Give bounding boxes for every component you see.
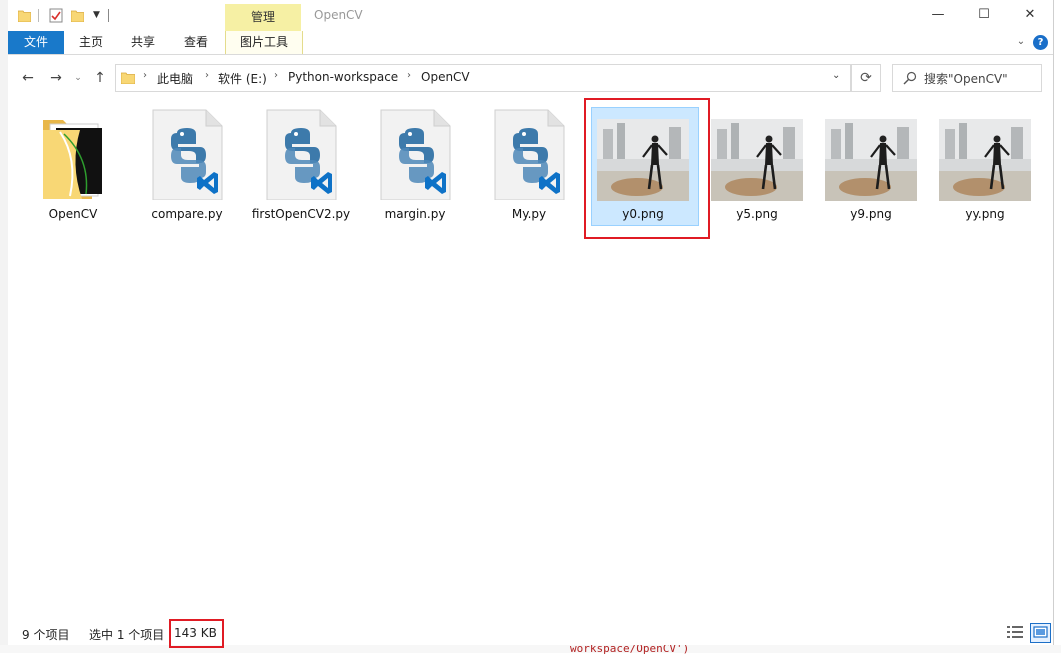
python-file-icon [266,109,337,200]
back-arrow-icon[interactable]: ← [18,69,38,87]
manage-context-tab-header: 管理 [225,4,301,32]
file-name: y5.png [736,207,778,221]
navigation-bar: ← → ⌄ ↑ › 此电脑 › 软件 (E:) › Python-workspa… [8,55,1053,100]
tab-view[interactable]: 查看 [169,31,223,54]
recent-locations-chevron-down-icon[interactable]: ⌄ [68,69,88,87]
file-explorer-window: ▼ 管理 OpenCV — ☐ ✕ 文件 主页 共享 查看 图片工具 ⌄ ? ←… [8,0,1054,648]
properties-icon[interactable] [49,8,63,23]
image-thumbnail-icon [825,119,917,201]
file-item-y9-png[interactable]: y9.png [818,104,924,234]
details-view-icon[interactable] [1007,625,1023,639]
tab-file[interactable]: 文件 [8,31,64,54]
tab-picture-tools[interactable]: 图片工具 [225,31,303,54]
search-placeholder: 搜索"OpenCV" [924,72,1008,86]
tab-home[interactable]: 主页 [65,31,117,54]
ribbon-tabs: 文件 主页 共享 查看 图片工具 ⌄ ? [8,31,1053,55]
python-file-icon [380,109,451,200]
image-thumbnail-icon [939,119,1031,201]
forward-arrow-icon[interactable]: → [46,69,66,87]
file-name: y9.png [850,207,892,221]
up-arrow-icon[interactable]: ↑ [90,69,110,87]
breadcrumb-separator-icon[interactable]: › [143,70,147,81]
address-history-chevron-down-icon[interactable]: ⌄ [832,70,840,81]
refresh-button[interactable]: ⟳ [851,64,881,92]
breadcrumb-separator-icon[interactable]: › [274,70,278,81]
background-window-bottom: workspace/OpenCV') [0,642,1061,655]
breadcrumb-separator-icon[interactable]: › [205,70,209,81]
help-icon[interactable]: ? [1033,35,1048,50]
close-button[interactable]: ✕ [1007,0,1053,31]
file-name: margin.py [384,207,446,221]
divider [108,9,109,22]
status-bar: 9 个项目 选中 1 个项目 143 KB [8,620,1053,645]
file-item-compare-py[interactable]: compare.py [134,104,240,234]
python-file-icon [152,109,223,200]
ribbon-expand-chevron-down-icon[interactable]: ⌄ [1014,35,1028,49]
file-item-firstopencv2-py[interactable]: firstOpenCV2.py [248,104,354,234]
title-bar: ▼ 管理 OpenCV — ☐ ✕ [8,0,1053,32]
folder-icon [43,120,102,199]
file-item-yy-png[interactable]: yy.png [932,104,1038,234]
customize-toolbar-chevron-down-icon[interactable]: ▼ [93,11,102,20]
window-title: OpenCV [314,8,363,22]
background-window-left [0,0,8,653]
file-name: OpenCV [48,207,98,221]
file-item-y5-png[interactable]: y5.png [704,104,810,234]
image-thumbnail-icon [711,119,803,201]
new-folder-icon[interactable] [71,9,84,22]
file-name: yy.png [965,207,1005,221]
file-item-folder-opencv[interactable]: OpenCV [20,104,126,234]
file-item-margin-py[interactable]: margin.py [362,104,468,234]
search-icon [903,71,917,85]
file-name: compare.py [151,207,223,221]
python-file-icon [494,109,565,200]
breadcrumb-this-pc[interactable]: 此电脑 [157,70,193,87]
annotation-highlight-selected-file [584,98,710,239]
annotation-highlight-file-size [169,619,224,648]
maximize-button[interactable]: ☐ [961,0,1007,31]
large-icons-view-icon[interactable] [1030,623,1051,643]
file-name: firstOpenCV2.py [251,207,351,221]
file-item-my-py[interactable]: My.py [476,104,582,234]
folder-icon [121,72,135,84]
breadcrumb-drive[interactable]: 软件 (E:) [218,70,267,87]
breadcrumb-python-workspace[interactable]: Python-workspace [288,70,398,84]
minimize-button[interactable]: — [915,0,961,31]
file-name: My.py [511,207,547,221]
search-input[interactable]: 搜索"OpenCV" [892,64,1042,92]
address-bar[interactable]: › 此电脑 › 软件 (E:) › Python-workspace › Ope… [115,64,851,92]
background-window-right [1053,0,1061,653]
breadcrumb-opencv[interactable]: OpenCV [421,70,470,84]
status-selected-count: 选中 1 个项目 [89,628,165,642]
divider [38,9,39,22]
tab-share[interactable]: 共享 [117,31,169,54]
status-item-count: 9 个项目 [22,628,70,642]
folder-icon[interactable] [18,9,31,22]
breadcrumb-separator-icon[interactable]: › [407,70,411,81]
